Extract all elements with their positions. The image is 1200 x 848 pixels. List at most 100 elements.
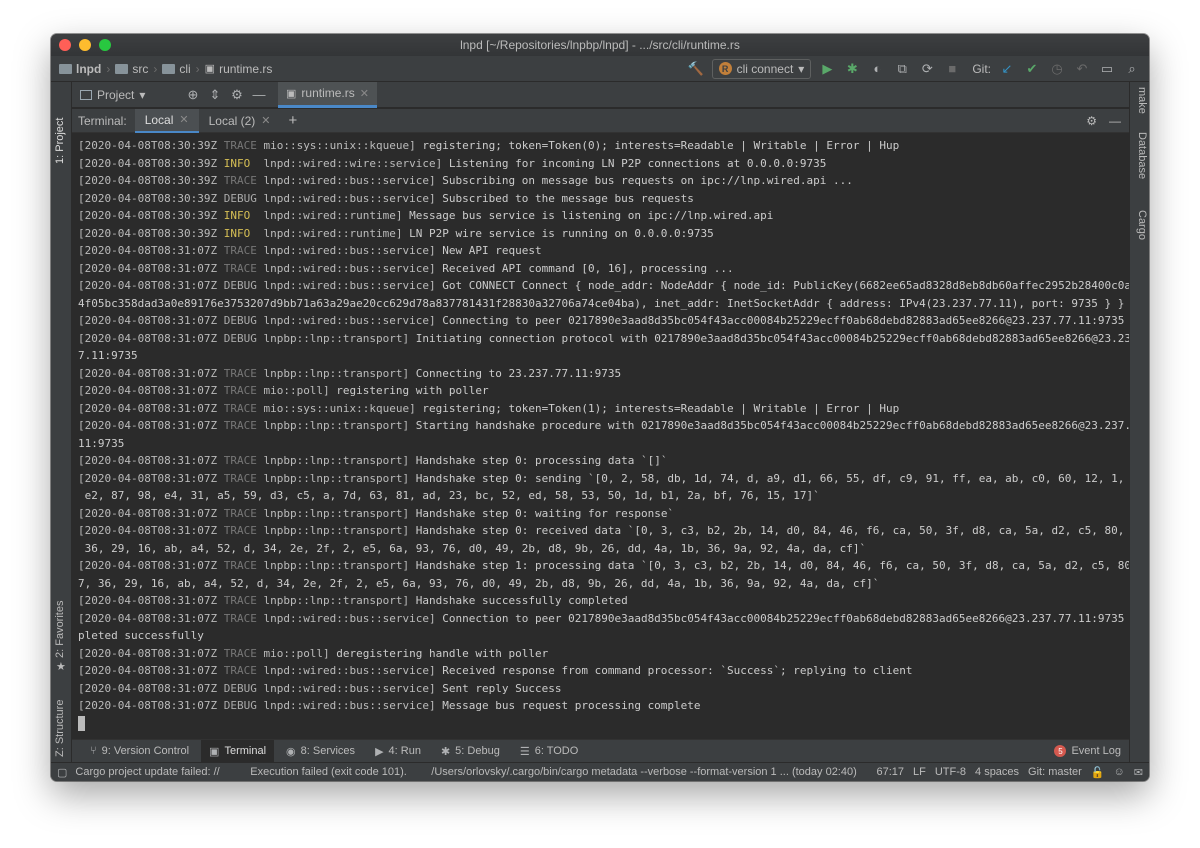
status-message[interactable]: Cargo project update failed: // Executio…: [75, 766, 856, 778]
log-message: Handshake step 0: waiting for response`: [409, 506, 675, 520]
tool-window-terminal[interactable]: ▣ Terminal: [201, 739, 275, 763]
log-target: lnpbp::lnp::transport]: [263, 366, 410, 380]
git-update-icon[interactable]: ↙: [998, 60, 1016, 78]
collapse-icon[interactable]: ⇕: [206, 86, 224, 104]
log-message: Handshake step 1: processing data `[0, 3…: [409, 559, 1129, 572]
log-message: Message bus request processing complete: [435, 699, 701, 712]
log-message: Message bus service is listening on ipc:…: [402, 209, 774, 222]
tool-window-4-run[interactable]: ▶ 4: Run: [367, 740, 429, 763]
gear-icon[interactable]: ⚙: [1086, 114, 1097, 128]
gear-icon[interactable]: ⚙: [228, 86, 246, 104]
log-target: lnpd::wired::bus::service]: [263, 174, 436, 187]
terminal-line: [2020-04-08T08:31:07Z DEBUG lnpd::wired:…: [78, 680, 1129, 698]
log-target: mio::poll]: [263, 646, 330, 660]
coverage-icon[interactable]: ◐: [868, 60, 886, 78]
terminal-prompt-line[interactable]: [78, 715, 1129, 733]
navigation-bar: lnpd › src › cli › ▣ runtime.rs 🔨 R cli c…: [51, 56, 1149, 82]
terminal-line: [2020-04-08T08:31:07Z DEBUG lnpd::wired:…: [78, 277, 1129, 295]
log-target: lnpbp::lnp::transport]: [263, 594, 410, 607]
event-log-label: Event Log: [1071, 745, 1121, 757]
terminal-line: [2020-04-08T08:31:07Z TRACE lnpbp::lnp::…: [78, 522, 1129, 540]
git-rollback-icon[interactable]: ↶: [1073, 60, 1091, 78]
project-view-selector[interactable]: Project ▾: [72, 88, 182, 102]
log-timestamp: [2020-04-08T08:31:07Z: [78, 331, 218, 345]
terminal-cursor: [78, 716, 85, 731]
log-level: DEBUG: [223, 279, 257, 292]
project-structure-icon[interactable]: ▭: [1098, 60, 1116, 78]
layout-icon[interactable]: ▢: [57, 766, 67, 779]
branch-icon: ⑂: [90, 745, 97, 757]
tool-window-6-todo[interactable]: ☰ 6: TODO: [512, 740, 586, 763]
git-history-icon[interactable]: ◷: [1048, 60, 1066, 78]
search-icon[interactable]: ⌕: [1123, 60, 1141, 78]
profile-icon[interactable]: ⧉: [893, 60, 911, 78]
close-icon[interactable]: ✕: [360, 87, 369, 100]
lock-icon[interactable]: 🔓: [1091, 766, 1105, 779]
folder-icon: [115, 63, 129, 74]
window-controls: [59, 39, 111, 51]
caret-position[interactable]: 67:17: [876, 766, 904, 778]
tool-window-5-debug[interactable]: ✱ 5: Debug: [433, 740, 508, 763]
close-icon[interactable]: ✕: [179, 113, 188, 126]
close-icon[interactable]: ✕: [261, 114, 270, 127]
terminal-line: 36, 29, 16, ab, a4, 52, d, 34, 2e, 2f, 2…: [78, 540, 1129, 558]
indent-setting[interactable]: 4 spaces: [975, 766, 1019, 778]
structure-tool-tab[interactable]: Z: Structure: [54, 700, 66, 757]
tool-window-9-version-control[interactable]: ⑂ 9: Version Control: [82, 740, 197, 763]
terminal-line: [2020-04-08T08:31:07Z TRACE lnpbp::lnp::…: [78, 505, 1129, 523]
terminal-line: 7, 36, 29, 16, ab, a4, 52, d, 34, 2e, 2f…: [78, 575, 1129, 593]
terminal-line: pleted successfully: [78, 627, 1129, 645]
editor-tab-runtime[interactable]: ▣ runtime.rs ✕: [278, 81, 377, 108]
log-target: mio::poll]: [263, 384, 330, 397]
run-configuration-select[interactable]: R cli connect ▾: [711, 58, 812, 79]
terminal-tab-local-2[interactable]: Local (2) ✕: [199, 109, 281, 133]
terminal-output[interactable]: [2020-04-08T08:30:39Z TRACE mio::sys::un…: [72, 134, 1129, 739]
log-message: Handshake step 0: received data `[0, 3, …: [409, 524, 1129, 537]
log-timestamp: [2020-04-08T08:31:07Z: [78, 681, 218, 695]
breadcrumb-project[interactable]: lnpd: [59, 62, 101, 76]
breadcrumb-separator: ›: [195, 61, 200, 76]
log-level: TRACE: [223, 454, 257, 467]
debug-icon[interactable]: ✱: [843, 60, 861, 78]
project-tool-tab[interactable]: 1: Project: [54, 118, 66, 164]
locate-icon[interactable]: ⊕: [184, 86, 202, 104]
new-terminal-button[interactable]: +: [289, 112, 298, 129]
log-timestamp: [2020-04-08T08:31:07Z: [78, 261, 218, 275]
git-commit-icon[interactable]: ✔: [1023, 60, 1041, 78]
database-tool-tab[interactable]: Database: [1136, 132, 1148, 179]
run-icon[interactable]: ▶: [818, 60, 836, 78]
log-target: lnpbp::lnp::transport]: [263, 506, 410, 520]
chevron-down-icon: ▾: [139, 87, 146, 102]
breadcrumb-file[interactable]: ▣ runtime.rs: [205, 62, 273, 76]
log-target: lnpbp::lnp::transport]: [263, 524, 410, 537]
hide-icon[interactable]: —: [1109, 114, 1121, 128]
line-separator[interactable]: LF: [913, 766, 926, 778]
services-icon: ◉: [286, 745, 296, 758]
minimize-window-button[interactable]: [79, 39, 91, 51]
close-window-button[interactable]: [59, 39, 71, 51]
attach-icon[interactable]: ⟳: [918, 60, 936, 78]
build-hammer-icon[interactable]: 🔨: [687, 60, 705, 78]
cargo-tool-tab[interactable]: Cargo: [1136, 210, 1148, 240]
terminal-actions: ⚙ —: [1086, 114, 1129, 128]
log-timestamp: [2020-04-08T08:30:39Z: [78, 139, 218, 152]
zoom-window-button[interactable]: [99, 39, 111, 51]
tool-window-8-services[interactable]: ◉ 8: Services: [278, 740, 363, 763]
log-timestamp: [2020-04-08T08:31:07Z: [78, 471, 218, 485]
hide-icon[interactable]: —: [250, 86, 268, 104]
make-tool-tab[interactable]: make: [1136, 87, 1148, 114]
notifications-icon[interactable]: ✉: [1134, 766, 1143, 779]
log-level: TRACE: [223, 401, 257, 415]
terminal-tab-local[interactable]: Local ✕: [134, 108, 199, 133]
file-encoding[interactable]: UTF-8: [935, 766, 966, 778]
log-target: lnpbp::lnp::transport]: [263, 471, 410, 485]
event-log-button[interactable]: 5 Event Log: [1054, 745, 1129, 757]
inspector-icon[interactable]: ☺: [1114, 766, 1125, 778]
debug-icon: ✱: [440, 745, 451, 758]
breadcrumb-cli[interactable]: cli: [162, 62, 191, 76]
breadcrumb-src[interactable]: src: [115, 62, 148, 76]
breadcrumb-separator: ›: [153, 61, 158, 76]
git-branch[interactable]: Git: master: [1028, 766, 1082, 778]
stop-icon[interactable]: ■: [943, 60, 961, 78]
favorites-tool-tab[interactable]: 2: Favorites: [54, 601, 66, 658]
